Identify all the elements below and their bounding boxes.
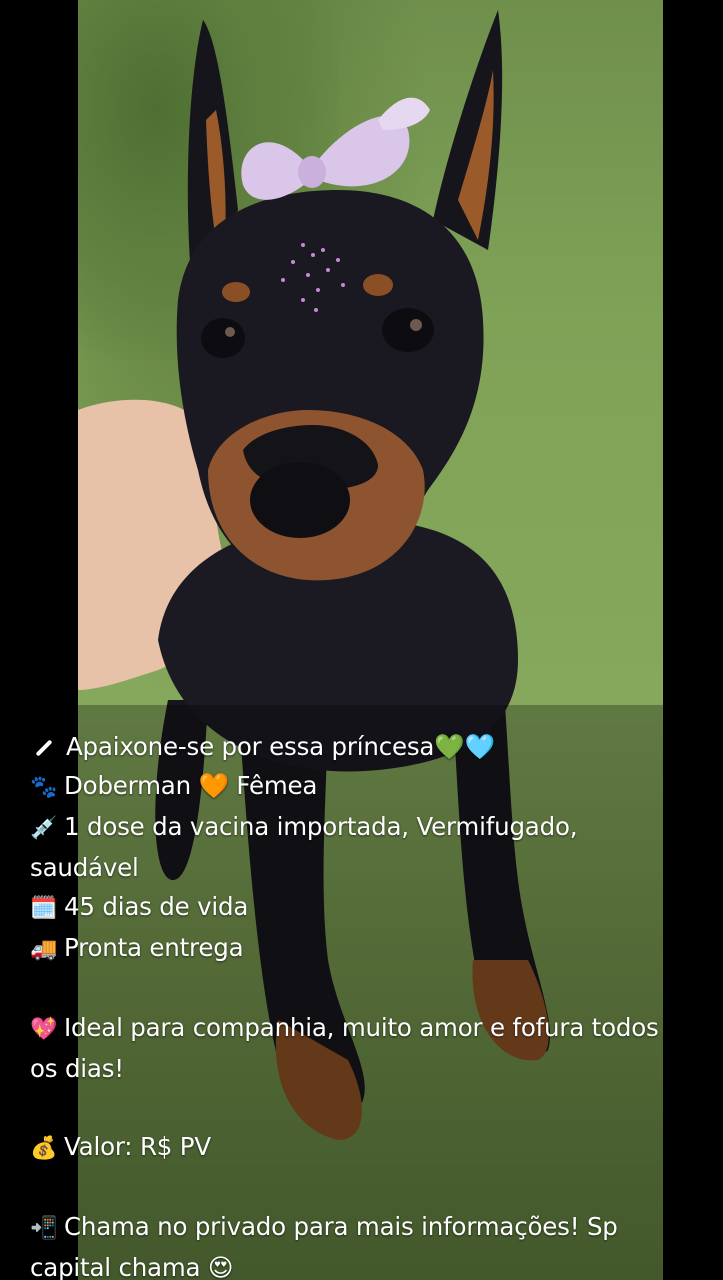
caption-line-price: 💰 Valor: R$ PV: [30, 1127, 680, 1168]
caption-delivery-text: Pronta entrega: [64, 933, 244, 962]
caption-line-age: 🗓️ 45 dias de vida: [30, 887, 680, 928]
truck-icon: 🚚: [30, 937, 58, 962]
caption-age-text: 45 dias de vida: [64, 892, 249, 921]
syringe-icon: 💉: [30, 816, 58, 841]
phone-arrow-icon: 📲: [30, 1216, 58, 1241]
calendar-icon: 🗓️: [30, 896, 58, 921]
heart-icon: 💖: [30, 1017, 58, 1042]
caption-companion-text: Ideal para companhia, muito amor e fofur…: [30, 1013, 659, 1083]
caption-price-text: Valor: R$ PV: [64, 1132, 211, 1161]
paw-prints-icon: 🐾: [30, 775, 58, 800]
caption-line-delivery: 🚚 Pronta entrega: [30, 928, 680, 969]
caption-line-companion: 💖 Ideal para companhia, muito amor e fofu…: [30, 1008, 680, 1088]
post-caption: Apaixone-se por essa príncesa💚🩵 🐾 Doberma…: [30, 727, 680, 1280]
caption-line-contact: 📲 Chama no privado para mais informações!…: [30, 1207, 680, 1280]
money-bag-icon: 💰: [30, 1136, 58, 1161]
caption-breed-text: Doberman 🧡 Fêmea: [64, 771, 318, 800]
caption-line-vaccine: 💉 1 dose da vacina importada, Vermifugado…: [30, 807, 680, 887]
hair-bow: [241, 97, 430, 200]
caption-vaccine-text: 1 dose da vacina importada, Vermifugado,…: [30, 812, 578, 882]
caption-title-text: Apaixone-se por essa príncesa💚🩵: [66, 732, 495, 761]
caption-line-title: Apaixone-se por essa príncesa💚🩵: [30, 727, 680, 766]
caption-line-breed: 🐾 Doberman 🧡 Fêmea: [30, 766, 680, 807]
pencil-icon: [35, 739, 53, 757]
story-view: Apaixone-se por essa príncesa💚🩵 🐾 Doberma…: [0, 0, 723, 1280]
caption-contact-text: Chama no privado para mais informações! …: [30, 1212, 618, 1280]
